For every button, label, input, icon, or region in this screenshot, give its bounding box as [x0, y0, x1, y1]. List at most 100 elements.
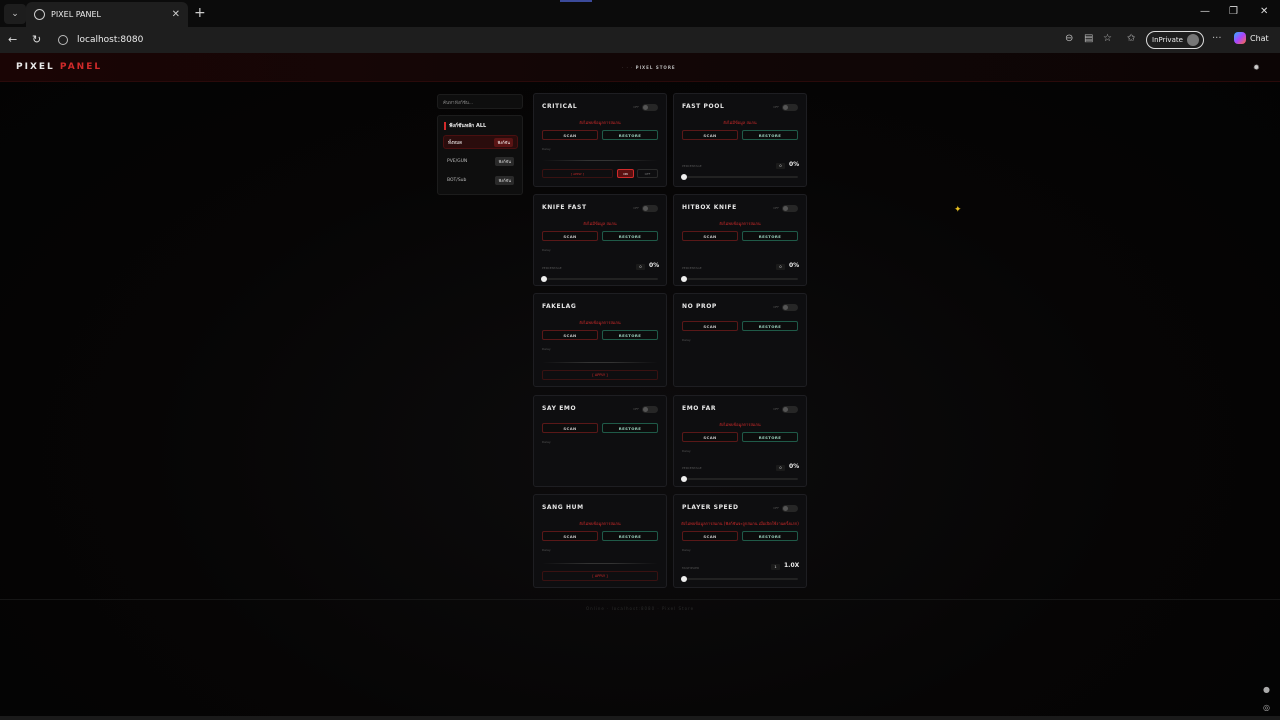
scan-button[interactable]: SCAN: [542, 231, 598, 241]
no-prop-toggle[interactable]: [782, 304, 798, 311]
apply-button[interactable]: [ APPLY ]: [542, 370, 658, 380]
slider-knob[interactable]: [541, 276, 547, 282]
scan-button[interactable]: SCAN: [682, 130, 738, 140]
bottom-strip: [0, 716, 1280, 720]
restore-button[interactable]: RESTORE: [742, 432, 798, 442]
back-arrow-icon[interactable]: ←: [8, 33, 17, 46]
restore-button[interactable]: RESTORE: [602, 231, 658, 241]
favorites-list-icon[interactable]: ✩: [1127, 33, 1135, 44]
scan-button[interactable]: SCAN: [542, 531, 598, 541]
close-tab-icon[interactable]: ✕: [172, 9, 180, 20]
sidebar-item-all[interactable]: ทั้งหมด ฟังก์ชัน: [443, 135, 518, 149]
off-button[interactable]: OFF: [637, 169, 658, 178]
say-emo-toggle[interactable]: [642, 406, 658, 413]
restore-button[interactable]: RESTORE: [742, 130, 798, 140]
delay-label: Delay: [542, 548, 551, 552]
restore-button[interactable]: RESTORE: [602, 531, 658, 541]
scan-button[interactable]: SCAN: [682, 531, 738, 541]
restore-button[interactable]: RESTORE: [602, 423, 658, 433]
card-title: PLAYER SPEED: [682, 504, 739, 511]
sidebar-title: ฟังก์ชันหลัก ALL: [444, 122, 486, 130]
slider-knob[interactable]: [681, 576, 687, 582]
value-input[interactable]: 0: [776, 465, 785, 471]
tab-actions-chevron-icon[interactable]: ⌄: [4, 3, 26, 24]
on-button[interactable]: ON: [617, 169, 634, 178]
card-title: SAY EMO: [542, 405, 577, 412]
sidebar-item-pve-gun[interactable]: PVE/GUN ฟังก์ชัน: [443, 154, 518, 168]
restore-button[interactable]: RESTORE: [602, 130, 658, 140]
site-info-icon[interactable]: [58, 35, 68, 45]
browser-tab-bar: ⌄: [0, 0, 1280, 27]
apply-button[interactable]: [ APPLY ]: [542, 169, 613, 178]
card-title: EMO FAR: [682, 405, 717, 412]
slider-knob[interactable]: [681, 174, 687, 180]
fast-pool-toggle[interactable]: [782, 104, 798, 111]
toggle-label: OFF: [773, 305, 779, 309]
favorite-star-icon[interactable]: ☆: [1103, 33, 1112, 44]
card-status: ยังไม่มีข้อมูล สแกน: [723, 120, 757, 125]
new-tab-plus-icon[interactable]: +: [194, 5, 206, 21]
copilot-chat-button[interactable]: Chat: [1234, 32, 1269, 44]
card-title: FAKELAG: [542, 303, 577, 310]
slider-knob[interactable]: [681, 276, 687, 282]
slider-knob[interactable]: [681, 476, 687, 482]
scan-button[interactable]: SCAN: [682, 432, 738, 442]
multiplier-slider[interactable]: [681, 576, 798, 582]
slider-label: PERCENTAGE: [542, 266, 562, 270]
card-title: SANG HUM: [542, 504, 584, 511]
reload-icon[interactable]: ↻: [32, 33, 41, 46]
card-status: ยังไม่มีข้อมูล สแกน: [583, 221, 617, 226]
close-window-icon[interactable]: ✕: [1260, 6, 1268, 17]
scan-button[interactable]: SCAN: [682, 231, 738, 241]
sidebar-item-bot-sub[interactable]: BOT/Sub ฟังก์ชัน: [443, 173, 518, 187]
emo-far-toggle[interactable]: [782, 406, 798, 413]
card-status: ยังไม่พบข้อมูลการสแกน: [579, 120, 621, 125]
microphone-icon[interactable]: ●: [1263, 685, 1270, 694]
card-status: ยังไม่พบข้อมูลการสแกน: [719, 221, 761, 226]
globe-icon: [34, 9, 45, 20]
url-field[interactable]: localhost:8080: [52, 30, 1137, 50]
toggle-label: OFF: [633, 407, 639, 411]
card-fakelag: FAKELAG ยังไม่พบข้อมูลการสแกน SCAN RESTO…: [533, 293, 667, 387]
card-status: ยังไม่พบข้อมูลการสแกน (ฟังก์ชันจะถูกสแกน…: [681, 521, 799, 526]
apply-button[interactable]: [ APPLY ]: [542, 571, 658, 581]
tab-drag-accent: [560, 0, 592, 2]
delay-label: Delay: [542, 347, 551, 351]
player-speed-toggle[interactable]: [782, 505, 798, 512]
function-search-input[interactable]: ค้นหาฟังก์ชัน...: [437, 94, 523, 109]
restore-window-icon[interactable]: ❐: [1229, 6, 1238, 17]
settings-gear-icon[interactable]: ✹: [1253, 63, 1260, 72]
reader-icon[interactable]: ▤: [1084, 33, 1093, 44]
scan-button[interactable]: SCAN: [542, 130, 598, 140]
knife-fast-toggle[interactable]: [642, 205, 658, 212]
more-menu-icon[interactable]: ···: [1212, 33, 1222, 44]
value-input[interactable]: 1: [771, 564, 780, 570]
inprivate-badge[interactable]: InPrivate: [1146, 31, 1204, 49]
restore-button[interactable]: RESTORE: [742, 231, 798, 241]
percentage-slider[interactable]: [681, 276, 798, 282]
scan-button[interactable]: SCAN: [682, 321, 738, 331]
scan-button[interactable]: SCAN: [542, 423, 598, 433]
minimize-icon[interactable]: —: [1200, 6, 1210, 17]
browser-tab[interactable]: PIXEL PANEL ✕: [26, 2, 188, 27]
breadcrumb: · · · PIXEL STORE: [622, 65, 676, 70]
restore-button[interactable]: RESTORE: [602, 330, 658, 340]
zoom-icon[interactable]: ⊖: [1065, 33, 1073, 44]
critical-toggle[interactable]: [642, 104, 658, 111]
sidebar-panel: ฟังก์ชันหลัก ALL ทั้งหมด ฟังก์ชัน PVE/GUN…: [437, 115, 523, 195]
value-input[interactable]: 0: [636, 264, 645, 270]
value-display: 0%: [789, 463, 800, 470]
card-status: ยังไม่พบข้อมูลการสแกน: [579, 320, 621, 325]
footer-text: Online · localhost:8080 · Pixel Store: [585, 606, 695, 611]
value-input[interactable]: 0: [776, 264, 785, 270]
value-input[interactable]: 0: [776, 163, 785, 169]
location-icon[interactable]: ◎: [1263, 703, 1270, 712]
percentage-slider[interactable]: [681, 476, 798, 482]
scan-button[interactable]: SCAN: [542, 330, 598, 340]
percentage-slider[interactable]: [541, 276, 658, 282]
percentage-slider[interactable]: [681, 174, 798, 180]
hitbox-knife-toggle[interactable]: [782, 205, 798, 212]
restore-button[interactable]: RESTORE: [742, 321, 798, 331]
app-header: PIXEL PANEL · · · PIXEL STORE ✹: [0, 53, 1280, 82]
restore-button[interactable]: RESTORE: [742, 531, 798, 541]
